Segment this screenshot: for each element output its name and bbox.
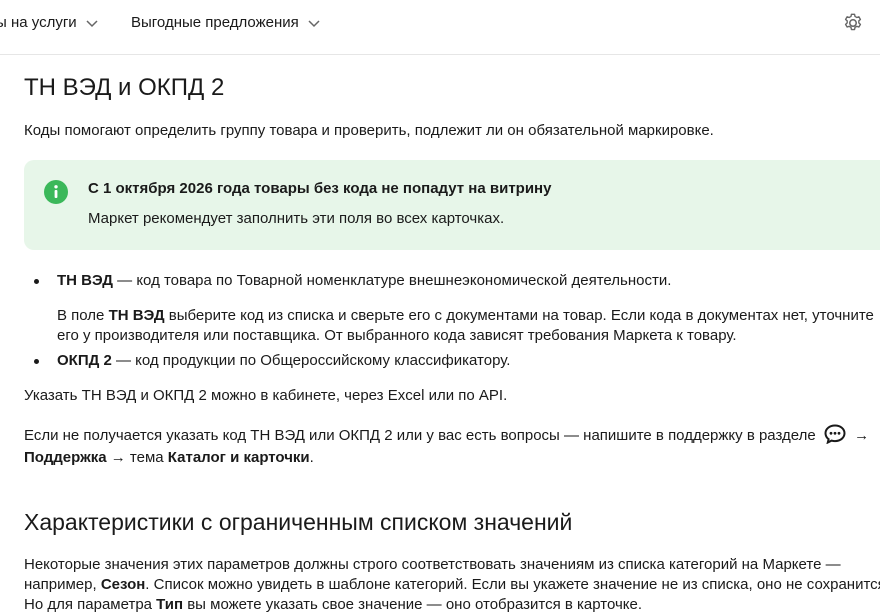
term-season: Сезон — [100, 576, 146, 593]
top-nav-bar: ы на услуги Выгодные предложения — [0, 0, 880, 55]
instruction-prefix: В поле — [57, 307, 109, 324]
support-topic: Каталог и карточки — [167, 449, 310, 466]
nav-item-services[interactable]: ы на услуги — [0, 14, 99, 31]
bullet-okpd: ОКПД 2 — код продукции по Общероссийском… — [57, 351, 510, 371]
line2-prefix: например, — [24, 576, 101, 593]
notice-body: Маркет рекомендует заполнить эти поля во… — [88, 210, 505, 227]
nav-item-offers-label: Выгодные предложения — [131, 14, 299, 31]
arrow-separator: → — [854, 427, 870, 444]
support-line-1: Если не получается указать код ТН ВЭД ил… — [24, 424, 869, 446]
how-to-text: Указать ТН ВЭД и ОКПД 2 можно в кабинете… — [24, 387, 508, 404]
term-tnved: ТН ВЭД — [57, 272, 113, 289]
tnved-instruction-line-1: В поле ТН ВЭД выберите код из списка и с… — [57, 306, 874, 326]
chevron-down-icon — [86, 19, 98, 27]
section-title-tnved: ТН ВЭД и ОКПД 2 — [24, 74, 225, 101]
characteristics-line-3: Но для параметра Тип вы можете указать с… — [24, 595, 642, 615]
characteristics-line-2: например, Сезон. Список можно увидеть в … — [24, 575, 880, 595]
chevron-down-icon — [308, 19, 320, 27]
support-mid-text: → тема — [106, 449, 168, 466]
nav-item-offers[interactable]: Выгодные предложения — [131, 14, 321, 31]
support-line-2: Поддержка → тема Каталог и карточки. — [24, 448, 314, 468]
bullet-marker — [34, 359, 39, 364]
term-type: Тип — [156, 596, 184, 613]
tnved-instruction-line-2: его у производителя или поставщика. От в… — [57, 327, 737, 344]
term-okpd: ОКПД 2 — [57, 352, 112, 369]
bullet-marker — [34, 279, 39, 284]
characteristics-line-1: Некоторые значения этих параметров должн… — [24, 556, 841, 573]
support-end: . — [309, 449, 314, 466]
section-title-characteristics: Характеристики с ограниченным списком зн… — [24, 509, 573, 535]
info-icon — [44, 180, 68, 204]
support-section-link[interactable]: Поддержка — [24, 449, 107, 466]
instruction-text: выберите код из списка и сверьте его с д… — [164, 307, 874, 324]
line2-text: . Список можно увидеть в шаблоне категор… — [145, 576, 880, 593]
support-text: Если не получается указать код ТН ВЭД ил… — [24, 427, 816, 444]
intro-text: Коды помогают определить группу товара и… — [24, 122, 714, 139]
chat-bubble-icon — [824, 424, 846, 444]
nav-item-services-label: ы на услуги — [0, 14, 77, 31]
line3-text: вы можете указать свое значение — оно от… — [183, 596, 643, 613]
term-tnved-inline: ТН ВЭД — [108, 307, 165, 324]
line3-prefix: Но для параметра — [24, 596, 157, 613]
notice-title: С 1 октября 2026 года товары без кода не… — [88, 180, 552, 197]
bullet-okpd-desc: — код продукции по Общероссийскому класс… — [111, 352, 511, 369]
bullet-tnved: ТН ВЭД — код товара по Товарной номенкла… — [57, 271, 671, 291]
gear-icon[interactable] — [842, 12, 864, 34]
bullet-tnved-desc: — код товара по Товарной номенклатуре вн… — [112, 272, 672, 289]
notice-banner: С 1 октября 2026 года товары без кода не… — [24, 160, 880, 250]
